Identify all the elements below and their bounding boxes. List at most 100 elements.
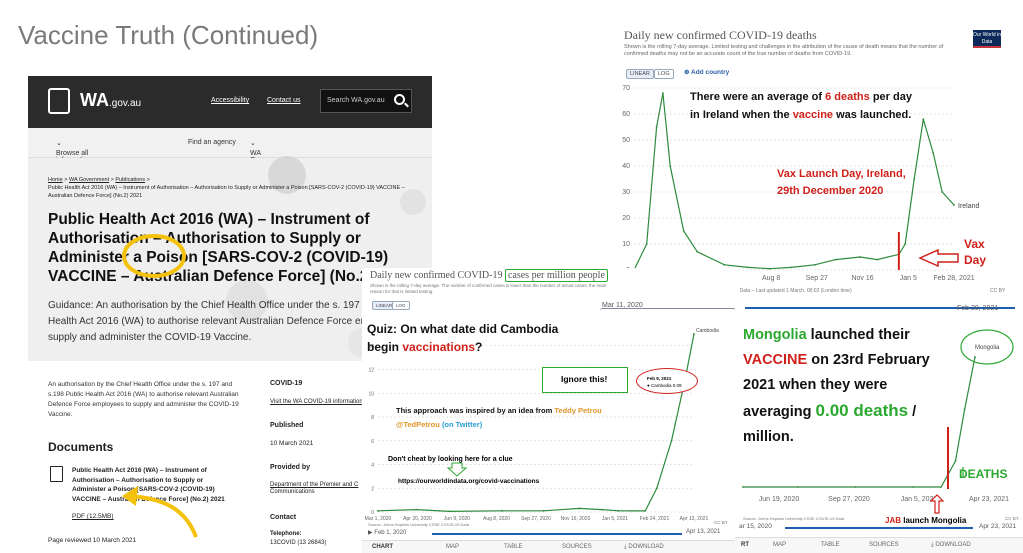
data-point — [974, 356, 976, 358]
tab-sources[interactable]: SOURCES — [869, 542, 899, 548]
data-point — [876, 258, 879, 261]
document-icon — [50, 466, 63, 482]
ignore-callout: Ignore this! — [542, 367, 628, 393]
chart-title: Daily new confirmed COVID-19 cases per m… — [370, 269, 608, 282]
swan-logo-icon — [48, 88, 70, 114]
chart-subtitle: Shown is the rolling 7-day average. The … — [370, 283, 607, 294]
data-point — [645, 243, 648, 245]
document-title[interactable]: Public Health Act 2016 (WA) – Instrument… — [72, 466, 232, 504]
wa-menu-bar: Browse all information and services ⌄ Fi… — [28, 128, 432, 178]
data-point — [859, 256, 861, 258]
data-point — [617, 509, 619, 512]
tab-download[interactable]: ⤓ DOWNLOAD — [624, 544, 664, 551]
wa-logo[interactable]: WA.gov.au — [80, 90, 141, 111]
slider-end: Apr 13, 2021 — [686, 529, 721, 535]
slide-title: Vaccine Truth (Continued) — [18, 20, 319, 50]
data-point — [834, 258, 837, 261]
x-tick-label: Apr 13, 2021 — [680, 516, 709, 522]
data-point — [768, 267, 771, 270]
timeline-slider[interactable] — [432, 533, 682, 535]
breadcrumb-wa-government[interactable]: WA Government — [69, 177, 109, 183]
data-point — [415, 508, 418, 511]
chart-source: Source: Johns Hopkins University CSSE CO… — [368, 522, 469, 527]
telephone-label: Telephone: — [270, 531, 302, 537]
data-point — [693, 332, 695, 335]
deaths-annotation: There were an average of 6 deaths per da… — [690, 91, 912, 121]
breadcrumb-publications[interactable]: Publications — [115, 177, 145, 183]
deaths-slider-end: Feb 28, 2021 — [957, 305, 999, 312]
x-tick-label: Sep 27 — [806, 275, 828, 282]
wa-header: WA.gov.au Accessibility Contact us Searc… — [28, 76, 432, 128]
tooltip: Feb 9, 2021 ● Cambodia 0.09 — [636, 368, 698, 394]
menu-find-agency[interactable]: Find an agency — [188, 139, 236, 146]
deaths-chart-panel: Daily new confirmed COVID-19 deaths Show… — [612, 26, 1022, 302]
search-icon[interactable] — [394, 94, 405, 105]
pdf-download-link[interactable]: PDF (12.5MB) — [72, 513, 114, 520]
data-point — [954, 460, 957, 462]
owid-logo: Our World in Data — [973, 30, 1001, 48]
data-point — [904, 243, 907, 245]
tab-chart[interactable]: RT — [741, 542, 749, 548]
tab-chart[interactable]: CHART — [372, 544, 393, 550]
series-label: Ireland — [958, 203, 980, 210]
series-label: Cambodia — [696, 328, 719, 334]
y-tick-label: 70 — [622, 85, 630, 92]
x-tick-label: Jan 5 — [900, 275, 917, 282]
data-point — [501, 509, 503, 512]
y-tick-label: 60 — [622, 111, 630, 118]
add-country-button[interactable]: ⊕ Add country — [684, 68, 729, 76]
data-point — [655, 126, 658, 128]
mongolia-chart-panel: Feb 28, 2021 Jun 19, 2020 Sep 27, 2020 Jan… — [735, 305, 1023, 553]
data-point — [377, 509, 379, 512]
tab-map[interactable]: MAP — [773, 542, 786, 548]
linear-button[interactable]: LINEAR — [626, 69, 654, 79]
x-tick-label: Jan 5, 2021 — [602, 516, 628, 522]
timeline-slider[interactable] — [785, 527, 973, 529]
x-tick-label: Aug 8, 2020 — [483, 516, 510, 522]
contact-heading: Contact — [270, 514, 297, 521]
breadcrumb: Home > WA Government > Publications > Pu… — [48, 177, 405, 199]
documents-heading: Documents — [48, 440, 114, 454]
y-tick-label: 12 — [368, 368, 374, 374]
data-point — [912, 486, 914, 488]
owid-url[interactable]: https://ourworldindata.org/covid-vaccina… — [398, 478, 539, 485]
data-point — [913, 178, 916, 180]
tab-table[interactable]: TABLE — [821, 542, 840, 548]
data-point — [644, 510, 647, 512]
provided-link: Department of the Premier and C — [270, 482, 359, 488]
y-tick-label: 10 — [368, 391, 374, 397]
data-point — [854, 486, 857, 488]
cc-by: CC BY — [714, 520, 728, 525]
x-tick-label: Feb 28, 2021 — [933, 275, 974, 282]
accessibility-link[interactable]: Accessibility — [211, 97, 249, 104]
y-tick-label: 6 — [371, 439, 374, 445]
published-heading: Published — [270, 422, 304, 429]
chart-tabs: CHART MAP TABLE SOURCES ⤓ DOWNLOAD — [362, 540, 738, 553]
data-point — [448, 510, 451, 513]
vax-day-arrow — [918, 248, 959, 268]
data-point — [578, 507, 581, 510]
data-point — [662, 92, 664, 95]
menu-browse[interactable]: Browse all information and services ⌄ — [56, 139, 91, 178]
data-point — [932, 152, 935, 154]
data-point — [542, 509, 545, 512]
menu-wa-government[interactable]: WA Government ⌄ — [250, 139, 289, 164]
x-tick-label: Feb 24, 2021 — [640, 516, 670, 522]
tab-map[interactable]: MAP — [446, 544, 459, 550]
data-point — [655, 487, 658, 490]
tab-table[interactable]: TABLE — [504, 544, 523, 550]
slider-start: ar 15, 2020 — [739, 523, 772, 530]
data-point — [790, 266, 793, 269]
tab-download[interactable]: ⤓ DOWNLOAD — [931, 542, 971, 549]
jab-annotation: JAB launch Mongolia — [885, 516, 967, 525]
data-point — [922, 118, 925, 121]
y-tick-label: 4 — [371, 463, 374, 469]
chart-subtitle: Shown is the rolling 7-day average. Limi… — [624, 44, 944, 57]
inspired-annotation: This approach was inspired by an idea fr… — [396, 406, 602, 429]
log-button[interactable]: LOG — [654, 69, 674, 79]
x-tick-label: Apr 23, 2021 — [969, 496, 1009, 503]
breadcrumb-home[interactable]: Home — [48, 177, 63, 183]
data-point — [963, 408, 966, 410]
contact-us-link[interactable]: Contact us — [267, 97, 300, 104]
tab-sources[interactable]: SOURCES — [562, 544, 592, 550]
